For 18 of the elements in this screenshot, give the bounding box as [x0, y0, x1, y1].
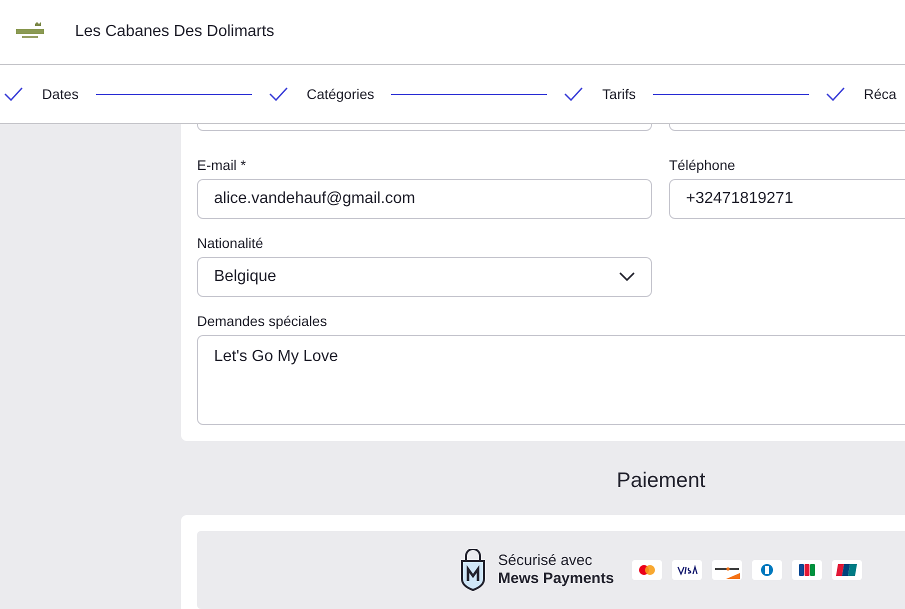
input-field[interactable]: +32471819271: [669, 179, 905, 219]
field-label: E-mail *: [197, 157, 248, 173]
shield-lock-icon: [460, 549, 486, 591]
input-field[interactable]: alice.vandehauf@gmail.com: [197, 179, 652, 219]
chevron-down-icon: [619, 272, 635, 282]
section-title: Paiement: [616, 469, 706, 493]
step-label[interactable]: Catégories: [306, 86, 374, 102]
secure-text: Sécurisé avec: [498, 552, 594, 570]
special-requests-field[interactable]: Let's Go My Love: [197, 335, 905, 425]
nationality-select[interactable]: Belgique: [197, 257, 652, 297]
step-label[interactable]: Réca: [864, 86, 896, 102]
provider-name: Mews Payments: [498, 570, 614, 588]
field-label: Demandes spéciales: [197, 313, 328, 329]
field-label: Nationalité: [197, 235, 264, 251]
step-label[interactable]: Dates: [42, 86, 79, 102]
step-label[interactable]: Tarifs: [602, 86, 636, 102]
site-title: Les Cabanes Des Dolimarts: [75, 23, 274, 41]
field-label: Téléphone: [669, 157, 736, 173]
